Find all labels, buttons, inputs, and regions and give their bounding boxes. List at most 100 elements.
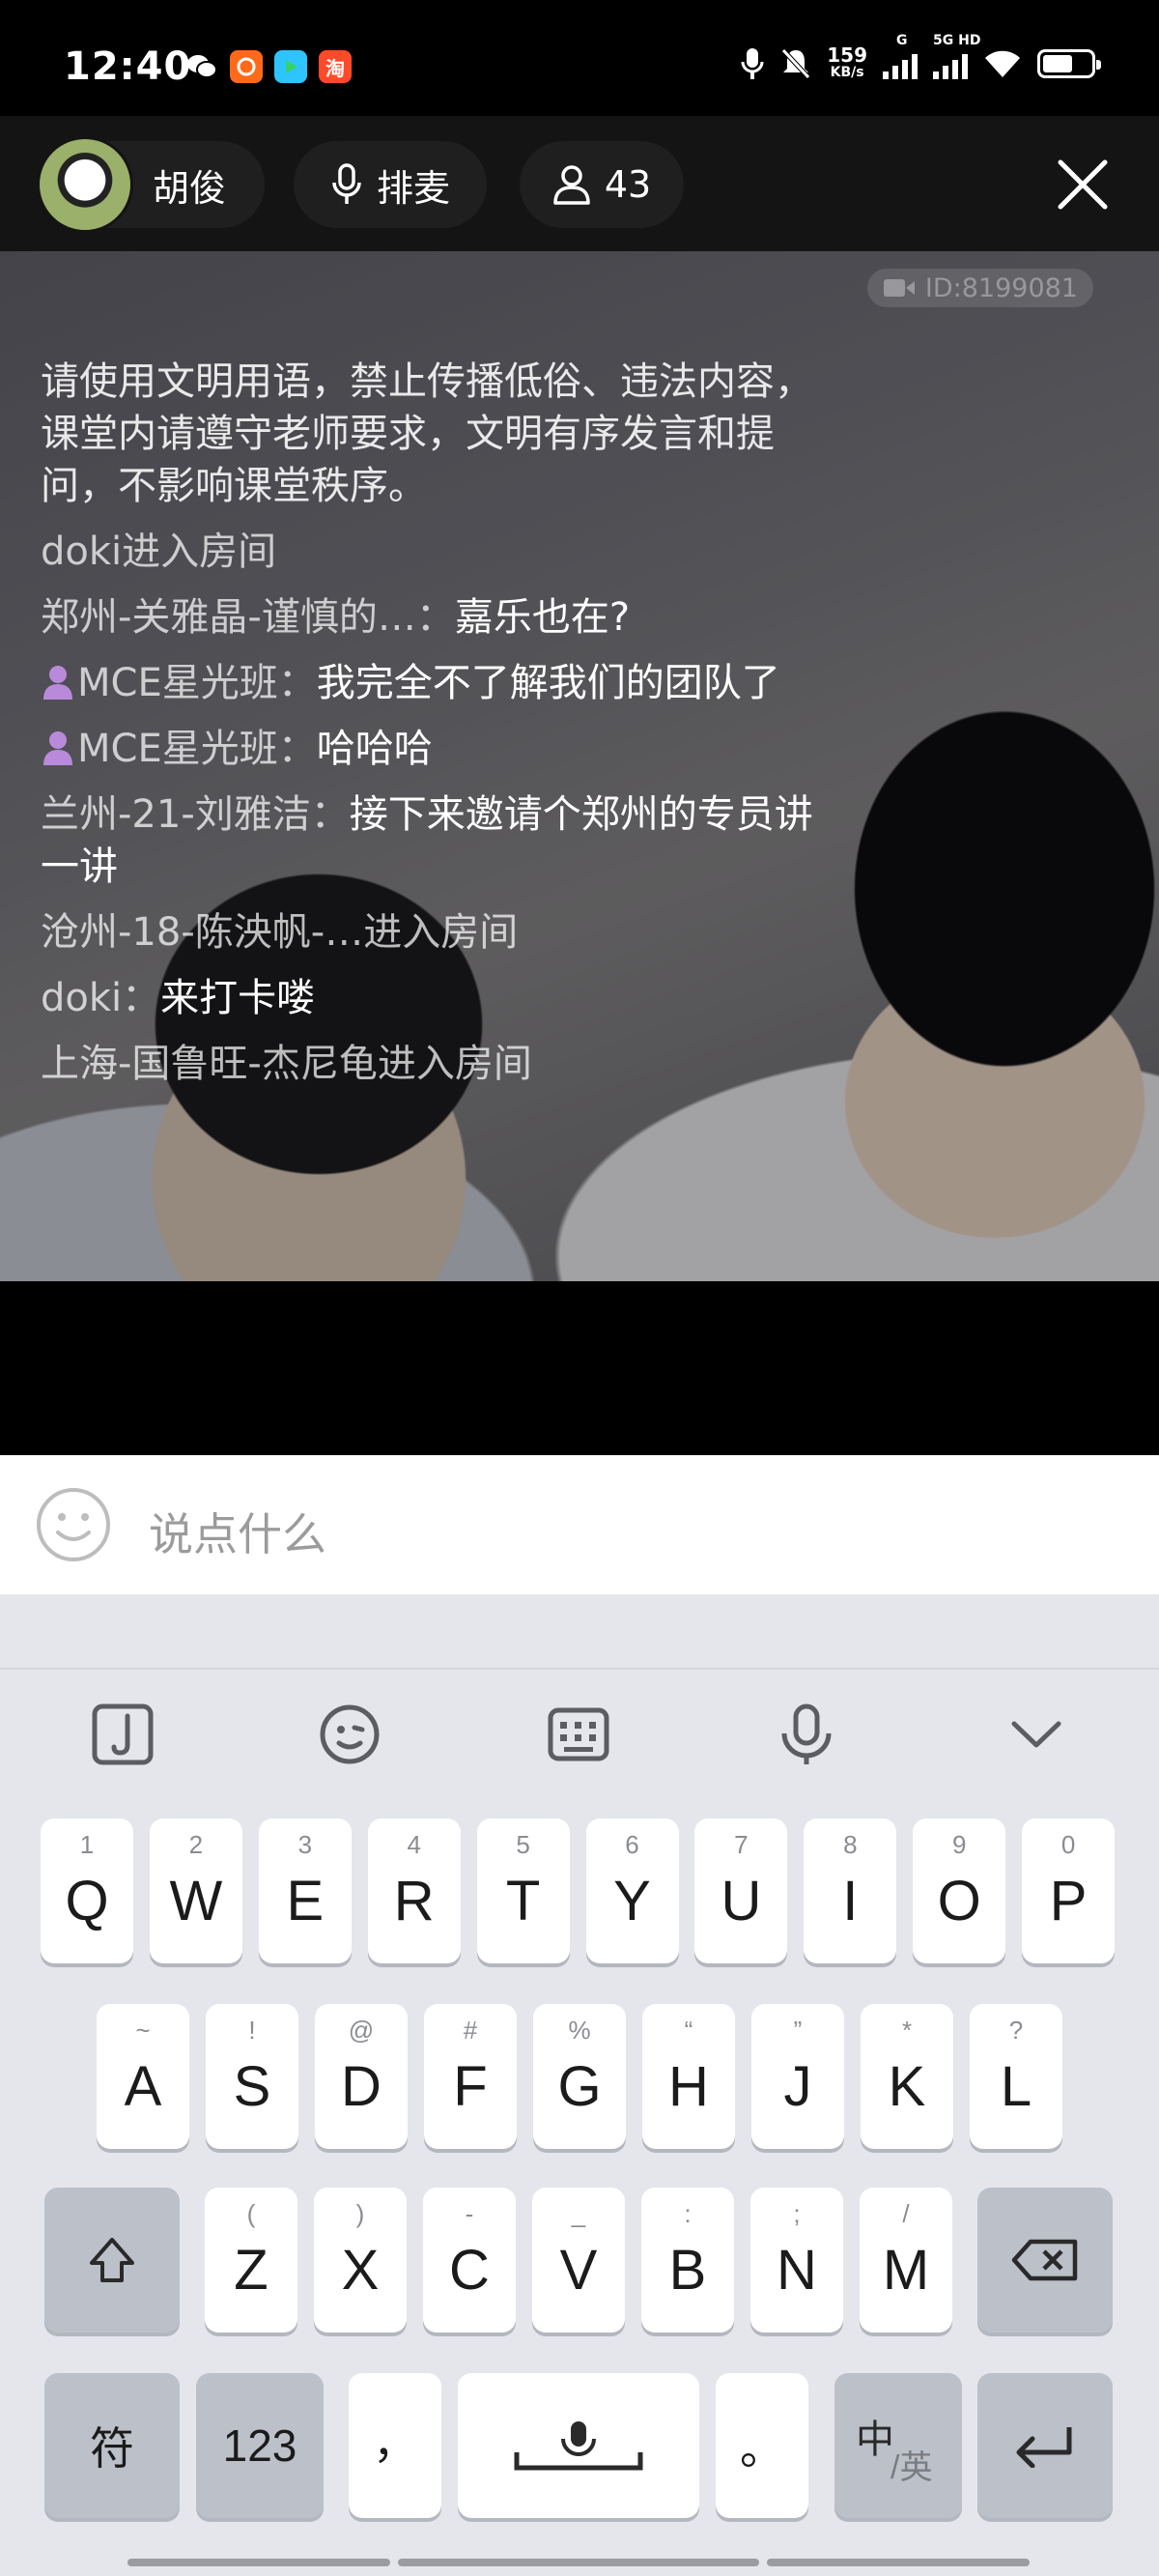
comma-key[interactable]: ， [349,2373,441,2518]
signal-1: G [883,33,918,79]
key-sub-label: % [568,2016,591,2045]
key-f[interactable]: # F [424,2004,517,2149]
host-avatar[interactable] [37,136,133,233]
space-key[interactable] [458,2373,699,2518]
key-b[interactable]: :B [641,2188,734,2333]
language-switch-key[interactable]: 中 /英 [834,2373,962,2518]
key-sub-label: “ [684,2016,693,2045]
close-icon[interactable] [1055,157,1111,213]
status-bar: 12:40 淘 159 KB/s G 5G HD [0,0,1159,116]
key-w[interactable]: 2W [149,1818,242,1963]
mute-bell-icon [781,48,811,79]
key-k[interactable]: * K [861,2004,953,2149]
clipboard-icon[interactable] [89,1701,156,1768]
key-d[interactable]: @ D [315,2004,408,2149]
video-bottom-area [0,1281,1159,1455]
key-h[interactable]: “H [642,2004,735,2149]
key-g[interactable]: % G [533,2004,626,2149]
key-label: Z [234,2238,269,2302]
key-a[interactable]: ~ A [97,2004,189,2149]
key-label: D [341,2054,382,2118]
enter-icon [1016,2427,1072,2468]
key-j[interactable]: ” J [751,2004,844,2149]
key-n[interactable]: ; N [750,2188,843,2333]
key-u[interactable]: 7U [694,1818,788,1963]
mic-queue-label: 排麦 [376,166,450,210]
period-key[interactable]: 。 [716,2373,808,2518]
viewer-count-button[interactable]: 43 [520,141,684,228]
key-label: A [124,2054,162,2118]
microphone-icon [332,163,361,204]
shift-key[interactable] [44,2188,180,2333]
key-z[interactable]: (Z [205,2188,297,2333]
key-label: Q [65,1869,109,1932]
comment-bar[interactable]: 说点什么 [0,1455,1159,1594]
video-camera-icon [883,279,915,297]
key-l[interactable]: ? L [970,2004,1062,2149]
key-label: U [721,1869,762,1932]
room-id: ID:8199081 [924,272,1078,303]
chat-user: 沧州-18-陈泱帆-…进入房间 [41,910,519,955]
chat-user[interactable]: MCE星光班： [77,661,317,705]
net-speed-value: 159 [827,43,867,67]
key-label: T [505,1869,541,1932]
backspace-key[interactable] [977,2188,1113,2333]
comma-key-label: ， [373,2418,417,2468]
key-sub-label: # [463,2016,478,2045]
key-label: M [882,2238,930,2302]
chat-user: doki进入房间 [41,530,277,574]
key-sub-label: 6 [625,1830,639,1859]
student-badge-icon [43,666,72,700]
enter-key[interactable] [977,2373,1113,2518]
signal-2: 5G HD [933,33,980,79]
key-sub-label: ~ [135,2016,151,2045]
key-label: X [341,2238,380,2302]
video-app-icon [274,50,307,83]
key-o[interactable]: 9O [913,1818,1006,1963]
key-sub-label: 2 [188,1830,204,1859]
keyboard-layout-icon[interactable] [545,1701,612,1768]
key-sub-label: 7 [734,1830,749,1859]
key-sub-label: ) [355,2199,365,2228]
numbers-key[interactable]: 123 [196,2373,324,2518]
key-x[interactable]: ) X [314,2188,407,2333]
key-label: P [1049,1869,1088,1932]
chat-user[interactable]: MCE星光班： [77,727,317,771]
collapse-keyboard-icon[interactable] [1003,1701,1070,1768]
key-t[interactable]: 5T [476,1818,570,1963]
chat-user[interactable]: 兰州-21-刘雅洁： [41,792,350,837]
key-p[interactable]: 0P [1022,1818,1116,1963]
voice-input-icon[interactable] [773,1701,840,1768]
key-s[interactable]: ! S [206,2004,298,2149]
key-q[interactable]: 1Q [41,1818,133,1963]
mic-queue-button[interactable]: 排麦 [294,141,487,228]
key-label: S [233,2054,271,2118]
status-time: 12:40 [64,44,192,89]
key-e[interactable]: 3E [258,1818,352,1963]
wifi-icon [985,50,1020,77]
period-key-label: 。 [740,2423,784,2474]
chat-user[interactable]: 郑州-关雅晶-谨慎的…： [41,595,455,640]
key-m[interactable]: / M [860,2188,952,2333]
chat-message: 郑州-关雅晶-谨慎的…：嘉乐也在? [41,591,813,644]
key-sub-label: 0 [1060,1830,1076,1859]
emoji-keyboard-icon[interactable] [316,1701,383,1768]
net-speed-unit: KB/s [830,65,864,80]
comment-input[interactable]: 说点什么 [149,1500,326,1563]
keyboard-divider [0,1668,1159,1670]
key-label: O [937,1869,981,1932]
wechat-icon [185,50,218,83]
key-c[interactable]: -C [423,2188,516,2333]
live-video[interactable]: ID:8199081 请使用文明用语，禁止传播低俗、违法内容，课堂内请遵守老师要… [0,251,1159,1281]
key-y[interactable]: 6Y [585,1818,679,1963]
key-v[interactable]: _ V [532,2188,625,2333]
key-sub-label: 1 [79,1830,95,1859]
host-profile[interactable]: 胡俊 [37,136,265,233]
key-i[interactable]: 8I [804,1818,897,1963]
net-speed: 159 KB/s [827,43,867,81]
chat-user[interactable]: doki： [41,976,160,1020]
symbols-key[interactable]: 符 [44,2373,180,2518]
key-r[interactable]: 4R [367,1818,461,1963]
emoji-icon[interactable] [35,1486,112,1563]
host-name: 胡俊 [153,166,227,210]
